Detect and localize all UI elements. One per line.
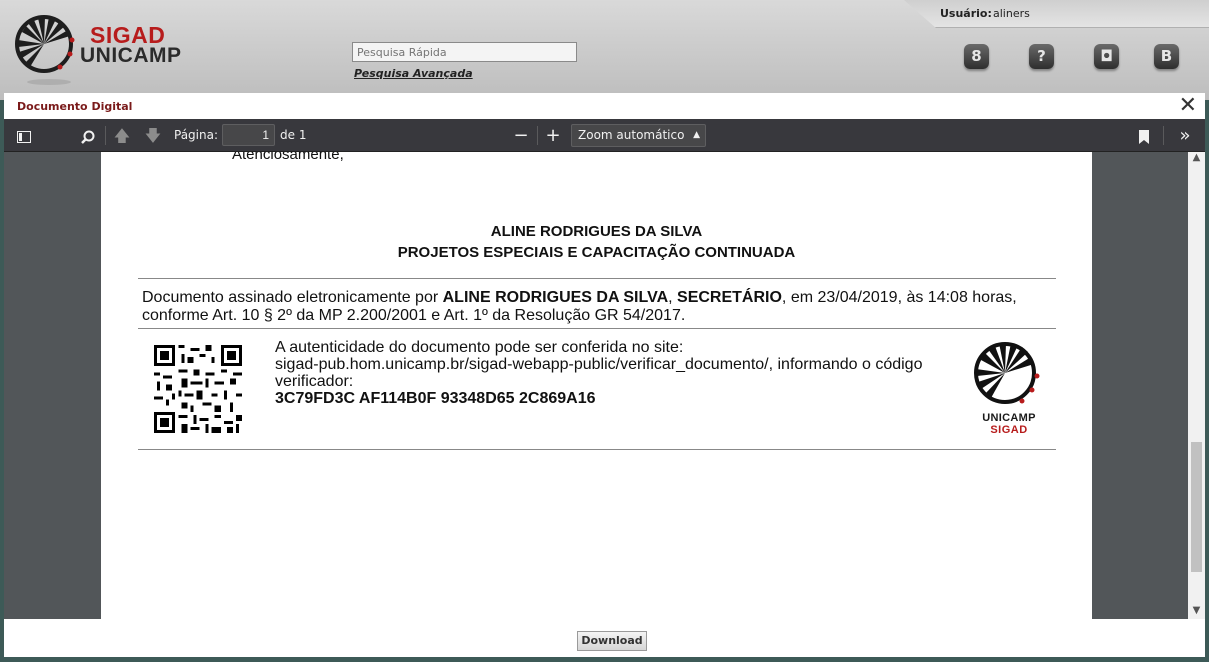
logout-icon[interactable]: B: [1154, 44, 1179, 69]
user-label: Usuário:: [940, 7, 992, 20]
divider: [138, 328, 1056, 329]
user-name: aliners: [993, 7, 1030, 20]
zoom-out-icon[interactable]: −: [509, 119, 533, 152]
advanced-search-link[interactable]: Pesquisa Avançada: [354, 67, 473, 80]
download-button[interactable]: Download: [577, 631, 647, 651]
search-icon[interactable]: [76, 119, 100, 152]
app-header: Usuário: aliners SIGAD UNICAMP Pesquisa …: [0, 0, 1209, 100]
document-logo: UNICAMP SIGAD: [973, 340, 1045, 436]
pdf-toolbar: 🡅 🡇 Página: de 1 − + Zoom automático ▲ »: [4, 119, 1205, 152]
person-icon[interactable]: 8: [964, 44, 989, 69]
quick-search-input[interactable]: [352, 42, 577, 62]
tools-menu-icon[interactable]: »: [1173, 119, 1197, 152]
chat-icon[interactable]: ◘: [1094, 44, 1119, 69]
sig-prefix: Documento assinado eletronicamente por: [142, 289, 443, 306]
sig-comma: ,: [668, 289, 678, 306]
previous-page-icon[interactable]: 🡅: [110, 119, 134, 152]
unicamp-emblem-icon: [974, 342, 1040, 404]
page-number-input[interactable]: [222, 124, 275, 146]
signer-name: ALINE RODRIGUES DA SILVA: [490, 223, 703, 240]
closing-text: Atenciosamente,: [232, 152, 344, 163]
pdf-page: Atenciosamente, ALINE RODRIGUES DA SILVA…: [101, 152, 1092, 619]
divider: [138, 449, 1056, 450]
document-modal: Documento Digital ✕ 🡅 🡇 Página: de 1 − +…: [4, 93, 1205, 657]
zoom-in-icon[interactable]: +: [541, 119, 565, 152]
close-icon[interactable]: ✕: [1179, 95, 1197, 117]
zoom-select-value: Zoom automático: [578, 128, 685, 142]
pdf-viewer[interactable]: Atenciosamente, ALINE RODRIGUES DA SILVA…: [4, 152, 1205, 619]
toolbar-separator: [1163, 126, 1164, 145]
page-total: de 1: [280, 128, 307, 142]
qr-code-icon: [154, 345, 242, 433]
logo-text-unicamp: UNICAMP: [80, 44, 182, 67]
scroll-thumb[interactable]: [1191, 442, 1202, 572]
sigad-unicamp-logo[interactable]: SIGAD UNICAMP: [14, 14, 214, 89]
logo-text-unicamp: UNICAMP: [982, 412, 1036, 424]
signer-department: PROJETOS ESPECIAIS E CAPACITAÇÃO CONTINU…: [397, 244, 796, 261]
toolbar-separator: [537, 126, 538, 145]
signature-statement: Documento assinado eletronicamente por A…: [142, 289, 1022, 325]
sig-role: SECRETÁRIO: [677, 289, 782, 306]
vertical-scrollbar[interactable]: ▲ ▼: [1188, 152, 1205, 619]
page-label: Página:: [174, 128, 219, 142]
verify-line-2: sigad-pub.hom.unicamp.br/sigad-webapp-pu…: [275, 356, 923, 390]
modal-title: Documento Digital: [17, 100, 133, 113]
zoom-select[interactable]: Zoom automático ▲: [571, 124, 706, 147]
divider: [138, 278, 1056, 279]
scroll-up-icon[interactable]: ▲: [1188, 152, 1205, 166]
chevron-updown-icon: ▲: [693, 130, 700, 140]
sidebar-toggle-icon[interactable]: [12, 119, 36, 152]
scroll-down-icon[interactable]: ▼: [1188, 605, 1205, 619]
toolbar-separator: [105, 126, 106, 145]
verify-line-1: A autenticidade do documento pode ser co…: [275, 339, 684, 356]
verification-block: A autenticidade do documento pode ser co…: [275, 339, 965, 407]
help-icon[interactable]: ?: [1029, 44, 1054, 69]
logo-text-sigad: SIGAD: [990, 424, 1028, 436]
verification-code: 3C79FD3C AF114B0F 93348D65 2C869A16: [275, 390, 596, 407]
sig-name: ALINE RODRIGUES DA SILVA: [442, 289, 669, 306]
bookmark-icon[interactable]: [1132, 119, 1156, 152]
next-page-icon[interactable]: 🡇: [141, 119, 165, 152]
